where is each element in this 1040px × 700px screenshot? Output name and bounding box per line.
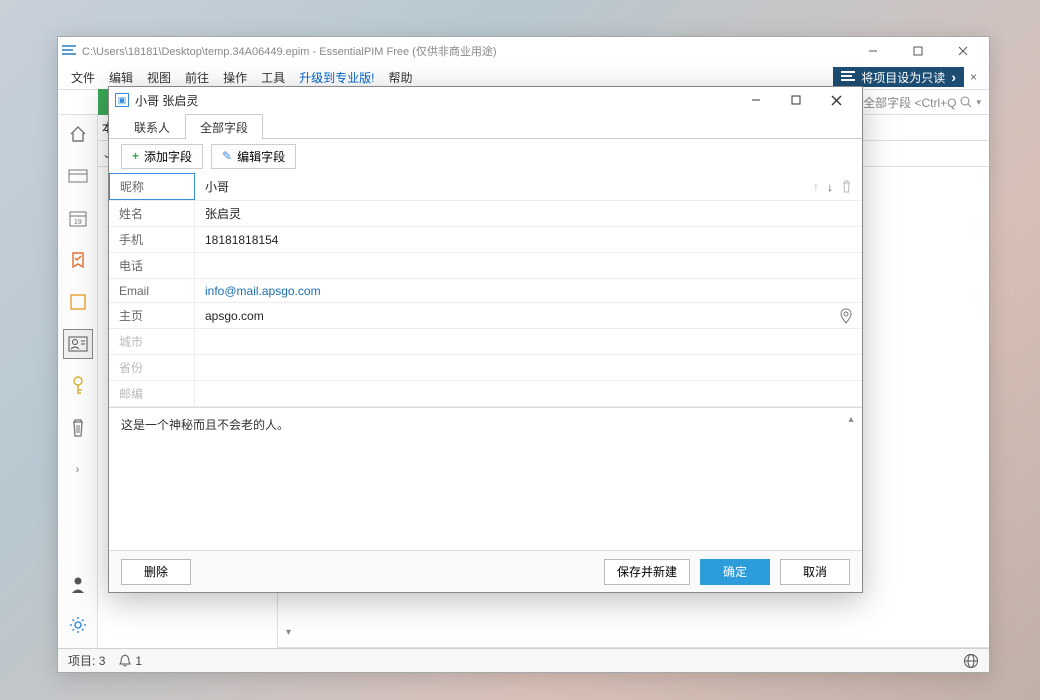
chevron-right-icon: › bbox=[951, 69, 956, 85]
bell-icon bbox=[119, 654, 131, 668]
tab-contacts[interactable]: 联系人 bbox=[119, 114, 185, 139]
field-row[interactable]: 城市 bbox=[109, 329, 862, 355]
plus-icon: + bbox=[132, 149, 139, 163]
password-icon[interactable] bbox=[63, 371, 93, 401]
search-icon bbox=[960, 96, 972, 108]
field-label: 手机 bbox=[109, 227, 195, 252]
notes-area[interactable]: 这是一个神秘而且不会老的人。 ▴ bbox=[109, 407, 862, 550]
field-value[interactable] bbox=[195, 329, 862, 354]
field-row[interactable]: 电话 bbox=[109, 253, 862, 279]
field-label: 电话 bbox=[109, 253, 195, 278]
dialog-close-button[interactable] bbox=[816, 87, 856, 113]
field-row[interactable]: 主页apsgo.com bbox=[109, 303, 862, 329]
field-value[interactable]: apsgo.com bbox=[195, 303, 840, 328]
field-row[interactable]: 手机18181818154 bbox=[109, 227, 862, 253]
app-logo-icon bbox=[62, 45, 76, 57]
banner-close-button[interactable]: × bbox=[964, 68, 983, 86]
field-label: 城市 bbox=[109, 329, 195, 354]
menu-file[interactable]: 文件 bbox=[64, 66, 102, 89]
move-down-icon[interactable]: ↓ bbox=[827, 180, 833, 194]
settings-icon[interactable] bbox=[63, 610, 93, 640]
dialog-titlebar: ▣ 小哥 张启灵 bbox=[109, 87, 862, 113]
search-placeholder: 全部字段 <Ctrl+Q bbox=[863, 94, 956, 111]
trash-icon[interactable] bbox=[63, 413, 93, 443]
field-value[interactable]: info@mail.apsgo.com bbox=[195, 279, 862, 302]
field-row[interactable]: Emailinfo@mail.apsgo.com bbox=[109, 279, 862, 303]
field-value[interactable]: 18181818154 bbox=[195, 227, 862, 252]
contact-dialog: ▣ 小哥 张启灵 联系人 全部字段 + 添加字段 ✎ 编辑字段 昵称小哥↑ ↓ 姓名… bbox=[108, 86, 863, 593]
field-value[interactable]: 小哥 bbox=[195, 173, 813, 200]
sidebar: 19 › bbox=[58, 115, 98, 648]
field-row[interactable]: 邮编 bbox=[109, 381, 862, 407]
titlebar: C:\Users\18181\Desktop\temp.34A06449.epi… bbox=[58, 37, 989, 65]
status-projects: 项目: 3 bbox=[68, 652, 105, 669]
dialog-footer: 删除 保存并新建 确定 取消 bbox=[109, 550, 862, 592]
field-list: 昵称小哥↑ ↓ 姓名张启灵手机18181818154电话Emailinfo@mail… bbox=[109, 173, 862, 407]
card-icon[interactable] bbox=[63, 161, 93, 191]
add-field-button[interactable]: + 添加字段 bbox=[121, 144, 203, 169]
calendar-icon[interactable]: 19 bbox=[63, 203, 93, 233]
home-icon[interactable] bbox=[63, 119, 93, 149]
banner-logo-icon bbox=[841, 71, 855, 83]
field-label: Email bbox=[109, 279, 195, 302]
tasks-icon[interactable] bbox=[63, 245, 93, 275]
field-row[interactable]: 姓名张启灵 bbox=[109, 201, 862, 227]
cancel-button[interactable]: 取消 bbox=[780, 559, 850, 585]
dialog-maximize-button[interactable] bbox=[776, 87, 816, 113]
contact-card-icon: ▣ bbox=[115, 93, 129, 107]
field-value[interactable] bbox=[195, 355, 862, 380]
tab-all-fields[interactable]: 全部字段 bbox=[185, 114, 263, 139]
field-row[interactable]: 省份 bbox=[109, 355, 862, 381]
dialog-tabs: 联系人 全部字段 bbox=[109, 113, 862, 139]
field-label: 省份 bbox=[109, 355, 195, 380]
field-value[interactable]: 张启灵 bbox=[195, 201, 862, 226]
field-label: 姓名 bbox=[109, 201, 195, 226]
location-pin-icon[interactable] bbox=[840, 308, 852, 324]
search-box[interactable]: 全部字段 <Ctrl+Q ▾ bbox=[863, 94, 989, 111]
notes-text: 这是一个神秘而且不会老的人。 bbox=[121, 418, 289, 432]
globe-icon[interactable] bbox=[963, 653, 979, 669]
move-up-icon[interactable]: ↑ bbox=[813, 180, 819, 194]
expand-icon[interactable]: › bbox=[63, 455, 93, 485]
maximize-button[interactable] bbox=[895, 37, 940, 65]
detail-toolbar: ▾ bbox=[278, 620, 989, 648]
dropdown-icon: ▾ bbox=[976, 97, 981, 108]
field-label: 主页 bbox=[109, 303, 195, 328]
window-title: C:\Users\18181\Desktop\temp.34A06449.epi… bbox=[82, 43, 850, 59]
close-button[interactable] bbox=[940, 37, 985, 65]
minimize-button[interactable] bbox=[850, 37, 895, 65]
user-icon[interactable] bbox=[63, 570, 93, 600]
delete-button[interactable]: 删除 bbox=[121, 559, 191, 585]
field-value[interactable] bbox=[195, 253, 862, 278]
pencil-icon: ✎ bbox=[222, 149, 232, 163]
window-controls bbox=[850, 37, 985, 65]
edit-field-button[interactable]: ✎ 编辑字段 bbox=[211, 144, 296, 169]
readonly-banner[interactable]: 将项目设为只读 › bbox=[833, 67, 964, 87]
field-label: 昵称 bbox=[109, 173, 195, 200]
dialog-minimize-button[interactable] bbox=[736, 87, 776, 113]
field-value[interactable] bbox=[195, 381, 862, 406]
ok-button[interactable]: 确定 bbox=[700, 559, 770, 585]
statusbar: 项目: 3 1 bbox=[58, 648, 989, 672]
svg-text:19: 19 bbox=[74, 219, 82, 226]
dialog-field-actions: + 添加字段 ✎ 编辑字段 bbox=[109, 139, 862, 173]
banner-text: 将项目设为只读 bbox=[861, 69, 945, 86]
field-row[interactable]: 昵称小哥↑ ↓ bbox=[109, 173, 862, 201]
save-and-new-button[interactable]: 保存并新建 bbox=[604, 559, 690, 585]
dialog-title: 小哥 张启灵 bbox=[135, 92, 736, 109]
dropdown-icon[interactable]: ▾ bbox=[286, 627, 300, 641]
field-label: 邮编 bbox=[109, 381, 195, 406]
notes-icon[interactable] bbox=[63, 287, 93, 317]
contacts-icon[interactable] bbox=[63, 329, 93, 359]
scroll-up-icon[interactable]: ▴ bbox=[844, 412, 858, 426]
delete-field-icon[interactable] bbox=[841, 180, 852, 193]
status-alerts[interactable]: 1 bbox=[119, 654, 142, 668]
